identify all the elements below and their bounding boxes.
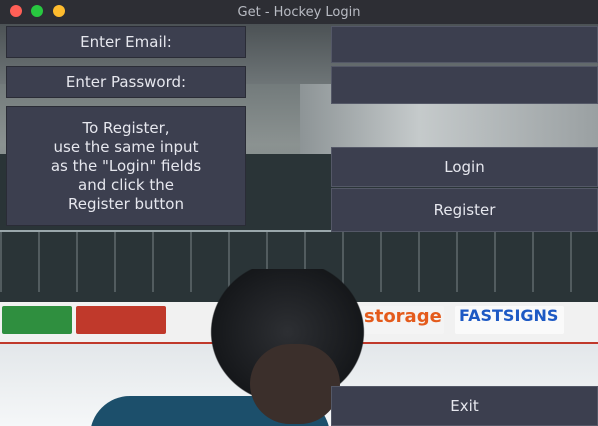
window-title: Get - Hockey Login [237, 4, 361, 20]
rink-ad-storage: storage [360, 306, 444, 334]
login-button[interactable]: Login [331, 147, 598, 187]
minimize-window-button[interactable] [31, 5, 43, 17]
register-instructions: To Register, use the same input as the "… [6, 106, 246, 226]
rink-ad-fastsigns: FASTSIGNS [455, 306, 564, 334]
password-field-container [331, 66, 598, 104]
email-field-container [331, 26, 598, 63]
player-face [250, 344, 340, 424]
password-label: Enter Password: [6, 66, 246, 98]
rink-ad-green [2, 306, 72, 334]
title-bar: Get - Hockey Login [0, 0, 598, 24]
email-field[interactable] [332, 27, 597, 62]
close-window-button[interactable] [10, 5, 22, 17]
exit-button[interactable]: Exit [331, 386, 598, 426]
register-button[interactable]: Register [331, 188, 598, 232]
password-field[interactable] [332, 67, 597, 103]
maximize-window-button[interactable] [53, 5, 65, 17]
rink-ad-red [76, 306, 166, 334]
email-label: Enter Email: [6, 26, 246, 58]
